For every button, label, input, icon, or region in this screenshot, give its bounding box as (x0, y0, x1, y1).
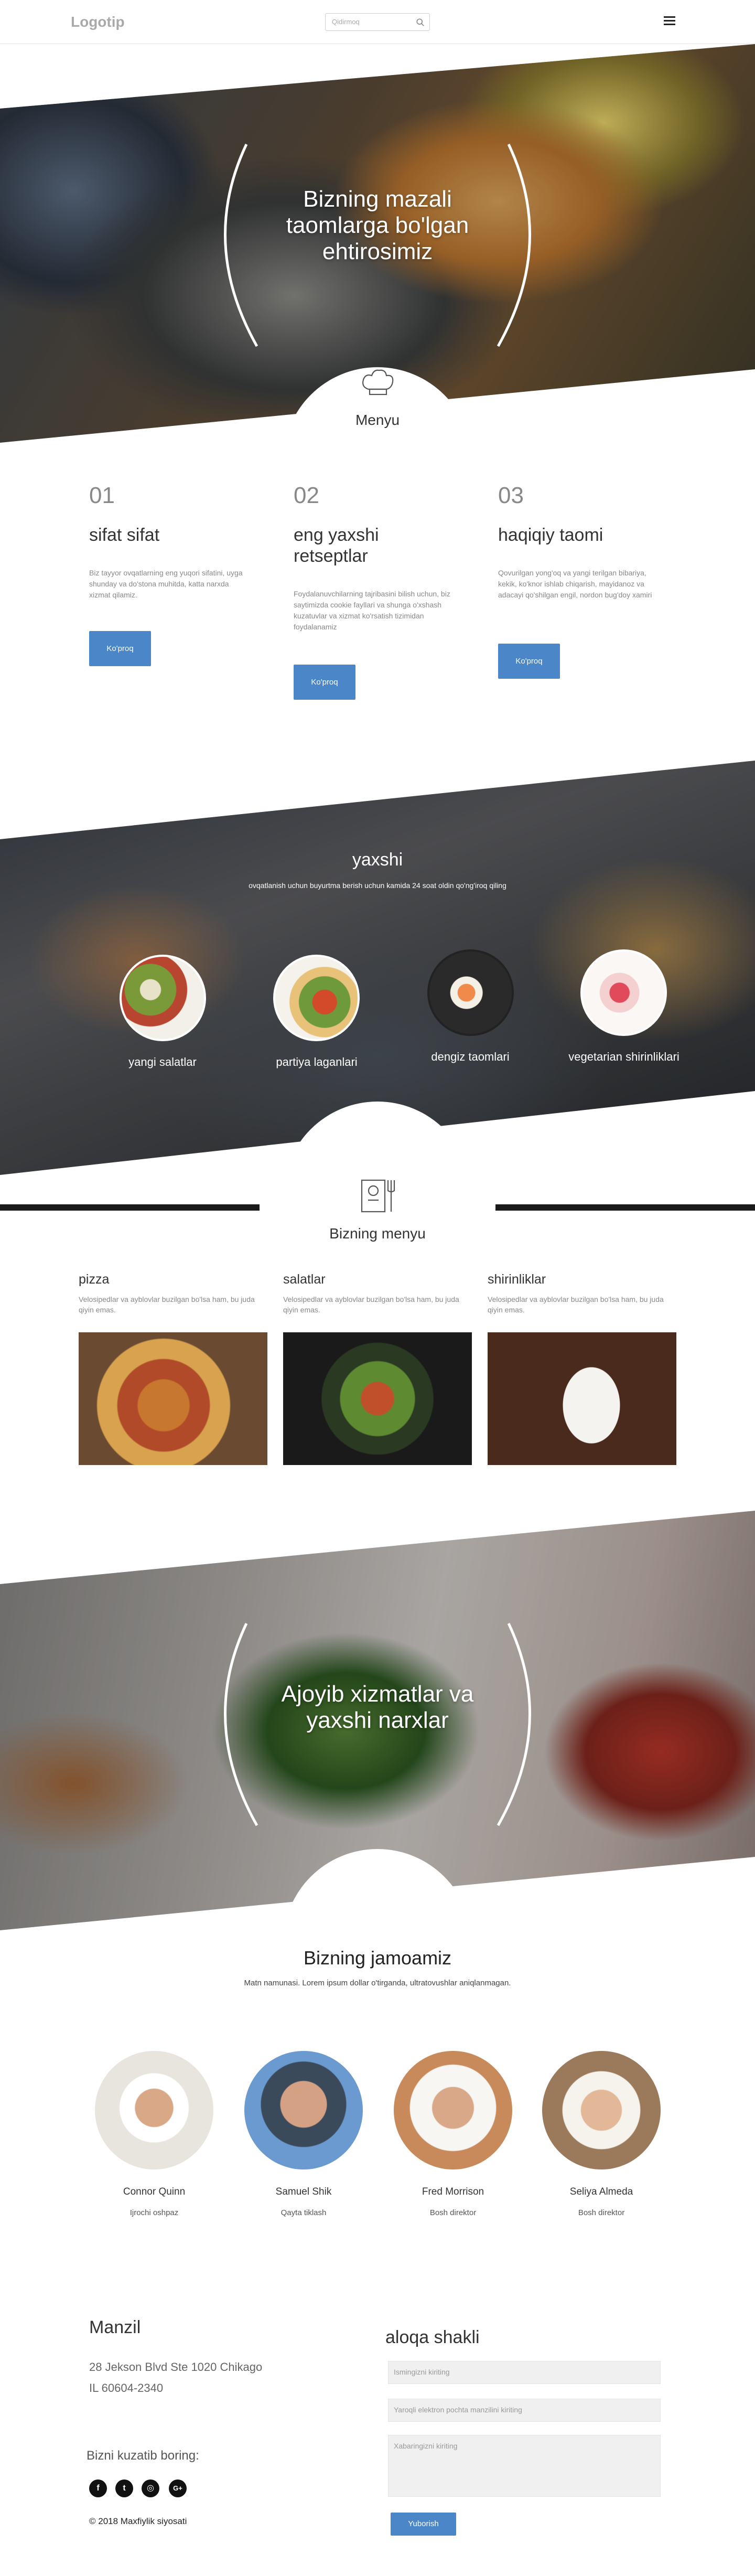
hero-title: Ajoyib xizmatlar va yaxshi narxlar (281, 1681, 474, 1733)
desserts-image[interactable] (488, 1332, 676, 1465)
category-label: vegetarian shirinliklari (568, 1050, 680, 1063)
menu-item-text: Velosipedlar va ayblovlar buzilgan bo'ls… (283, 1295, 459, 1314)
team-member-photo[interactable] (95, 2051, 213, 2169)
twitter-icon[interactable]: t (115, 2479, 133, 2497)
team-member-role: Bosh direktor (578, 2208, 625, 2217)
divider-bar-right (495, 1204, 755, 1211)
team-member-role: Ijrochi oshpaz (130, 2208, 179, 2217)
category-label: yangi salatlar (128, 1055, 197, 1068)
more-button[interactable]: Ko'proq (89, 631, 151, 666)
salads-image[interactable] (283, 1332, 472, 1465)
team-subtitle: Matn namunasi. Lorem ipsum dollar o'tirg… (244, 1979, 511, 1987)
step-title: sifat sifat (89, 525, 160, 545)
team-member-name: Seliya Almeda (569, 2186, 633, 2197)
pizza-image[interactable] (79, 1332, 267, 1465)
team-member-photo[interactable] (244, 2051, 363, 2169)
more-button[interactable]: Ko'proq (498, 644, 560, 679)
divider-bar-left (0, 1204, 260, 1211)
menu-tab-label: Menyu (355, 412, 400, 428)
category-label: partiya laganlari (276, 1055, 358, 1068)
facebook-icon[interactable]: f (89, 2479, 107, 2497)
team-member-name: Fred Morrison (422, 2186, 484, 2197)
yaxshi-title: yaxshi (352, 850, 403, 870)
search-input[interactable] (332, 18, 411, 26)
menu-item-text: Velosipedlar va ayblovlar buzilgan bo'ls… (79, 1295, 255, 1314)
step-number: 01 (89, 483, 115, 508)
hero-title: Bizning mazali taomlarga bo'lgan ehtiros… (286, 186, 469, 264)
message-textarea[interactable]: Xabaringizni kiriting (388, 2435, 661, 2497)
search-box[interactable] (325, 13, 430, 31)
step-title: haqiqiy taomi (498, 525, 603, 545)
menu-item-title: pizza (79, 1272, 110, 1287)
chef-hat-icon (362, 369, 394, 396)
team-member-photo[interactable] (394, 2051, 512, 2169)
team-member-role: Bosh direktor (429, 2208, 477, 2217)
category-label: dengiz taomlari (431, 1050, 510, 1063)
team-member-role: Qayta tiklash (281, 2208, 327, 2217)
google-plus-icon[interactable]: G+ (169, 2479, 187, 2497)
yaxshi-subtitle: ovqatlanish uchun buyurtma berish uchun … (249, 881, 506, 890)
email-field[interactable]: Yaroqli elektron pochta manzilini kiriti… (388, 2399, 661, 2422)
follow-us-label: Bizni kuzatib boring: (87, 2449, 199, 2463)
our-menu-title: Bizning menyu (329, 1225, 426, 1242)
step-title: eng yaxshi retseptlar (294, 525, 379, 566)
name-field[interactable]: Ismingizni kiriting (388, 2361, 661, 2384)
more-button[interactable]: Ko'proq (294, 665, 355, 700)
team-title: Bizning jamoamiz (303, 1947, 452, 1969)
menu-book-icon (361, 1179, 395, 1213)
vegetarian-desserts-image[interactable] (580, 949, 667, 1036)
team-member-name: Connor Quinn (123, 2186, 186, 2197)
hamburger-menu-icon[interactable] (662, 13, 677, 28)
step-number: 03 (498, 483, 524, 508)
step-text: Biz tayyor ovqatlarning eng yuqori sifat… (89, 569, 243, 599)
fresh-salads-image[interactable] (120, 955, 206, 1041)
site-header: Logotip (0, 0, 755, 44)
menu-item-title: shirinliklar (488, 1272, 546, 1287)
search-icon[interactable] (416, 18, 425, 27)
logo[interactable]: Logotip (71, 14, 125, 30)
team-member-photo[interactable] (542, 2051, 661, 2169)
seafood-image[interactable] (427, 949, 514, 1036)
address-line: IL 60604-2340 (89, 2381, 164, 2395)
submit-button[interactable]: Yuborish (391, 2513, 456, 2536)
contact-form-title: aloqa shakli (385, 2327, 480, 2347)
step-text: Qovurilgan yong'oq va yangi terilgan bib… (498, 569, 652, 599)
address-title: Manzil (89, 2317, 141, 2337)
copyright-link[interactable]: © 2018 Maxfiylik siyosati (89, 2516, 187, 2527)
team-member-name: Samuel Shik (275, 2186, 332, 2197)
instagram-icon[interactable]: ◎ (142, 2479, 159, 2497)
address-line: 28 Jekson Blvd Ste 1020 Chikago (89, 2360, 263, 2374)
menu-item-title: salatlar (283, 1272, 326, 1287)
step-number: 02 (294, 483, 319, 508)
party-platters-image[interactable] (273, 955, 360, 1041)
menu-item-text: Velosipedlar va ayblovlar buzilgan bo'ls… (488, 1295, 664, 1314)
step-text: Foydalanuvchilarning tajribasini bilish … (294, 590, 450, 631)
